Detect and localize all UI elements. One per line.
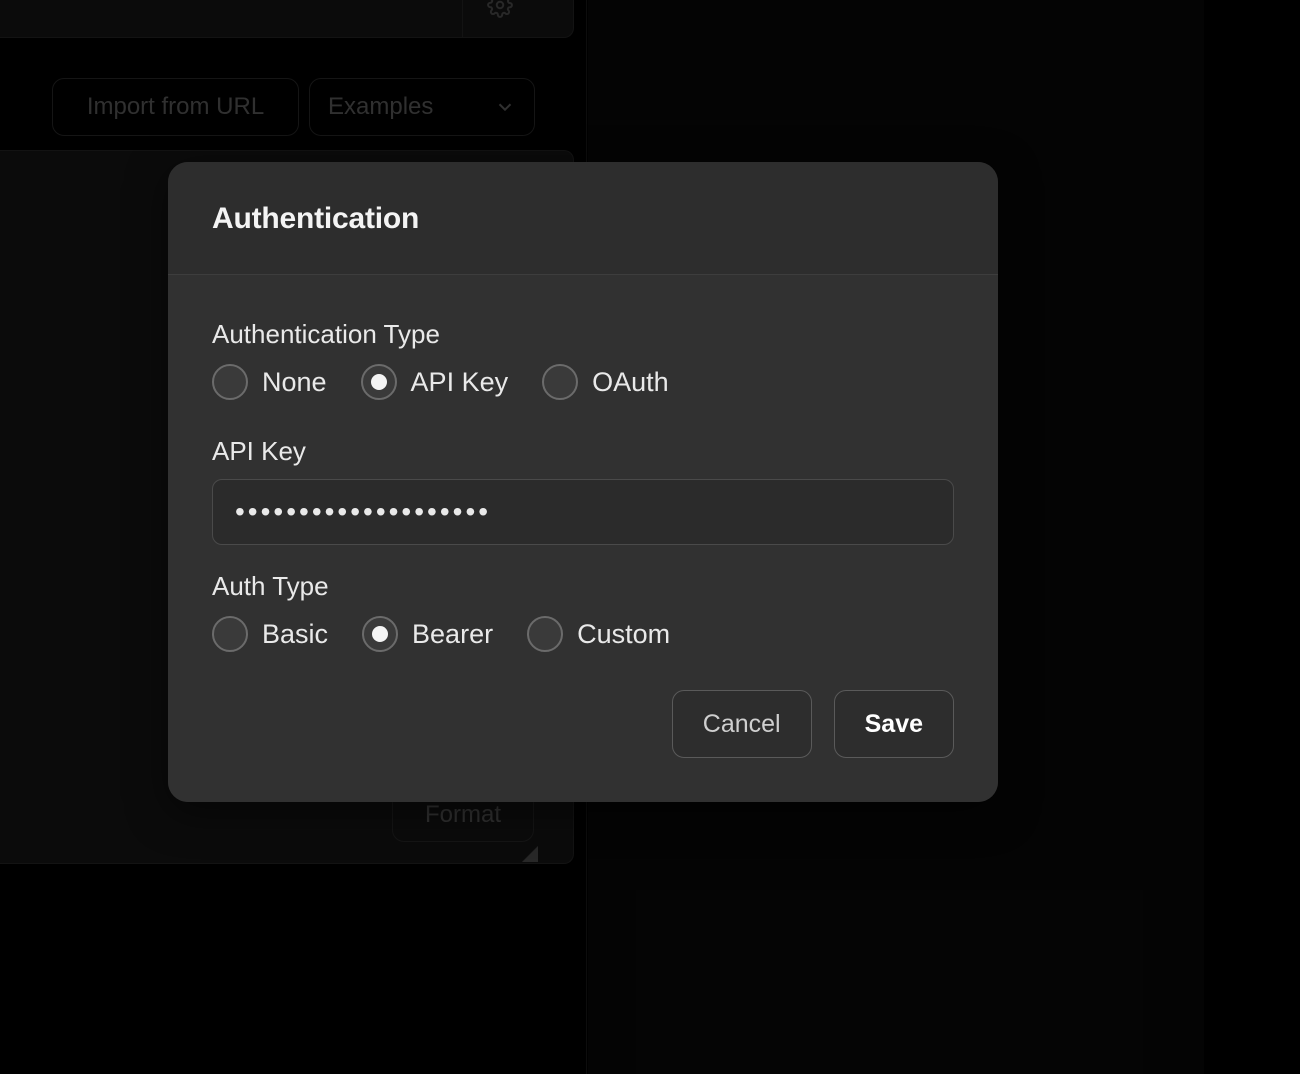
save-button[interactable]: Save <box>834 690 954 758</box>
dialog-body: Authentication Type None API Key OAuth A… <box>168 275 998 802</box>
auth-type-api-key-option[interactable]: API Key <box>361 364 509 400</box>
api-key-input[interactable] <box>212 479 954 545</box>
auth-type-oauth-option[interactable]: OAuth <box>542 364 669 400</box>
radio-icon <box>542 364 578 400</box>
auth-scheme-custom-label: Custom <box>577 619 670 650</box>
auth-type-oauth-label: OAuth <box>592 367 669 398</box>
auth-scheme-basic-label: Basic <box>262 619 328 650</box>
radio-icon <box>212 616 248 652</box>
authentication-type-radios: None API Key OAuth <box>212 364 954 400</box>
auth-type-api-key-label: API Key <box>411 367 509 398</box>
cancel-button[interactable]: Cancel <box>672 690 812 758</box>
dialog-footer: Cancel Save <box>212 690 954 758</box>
radio-checked-icon <box>361 364 397 400</box>
auth-scheme-bearer-label: Bearer <box>412 619 493 650</box>
authentication-dialog: Authentication Authentication Type None … <box>168 162 998 802</box>
auth-scheme-bearer-option[interactable]: Bearer <box>362 616 493 652</box>
auth-type-none-label: None <box>262 367 327 398</box>
radio-checked-icon <box>362 616 398 652</box>
auth-scheme-custom-option[interactable]: Custom <box>527 616 670 652</box>
auth-type-none-option[interactable]: None <box>212 364 327 400</box>
dialog-header: Authentication <box>168 162 998 275</box>
radio-icon <box>212 364 248 400</box>
auth-scheme-basic-option[interactable]: Basic <box>212 616 328 652</box>
api-key-label: API Key <box>212 436 954 467</box>
auth-scheme-radios: Basic Bearer Custom <box>212 616 954 652</box>
auth-scheme-label: Auth Type <box>212 571 954 602</box>
api-key-field-wrap <box>212 479 954 545</box>
authentication-type-label: Authentication Type <box>212 319 954 350</box>
dialog-title: Authentication <box>212 202 954 236</box>
radio-icon <box>527 616 563 652</box>
